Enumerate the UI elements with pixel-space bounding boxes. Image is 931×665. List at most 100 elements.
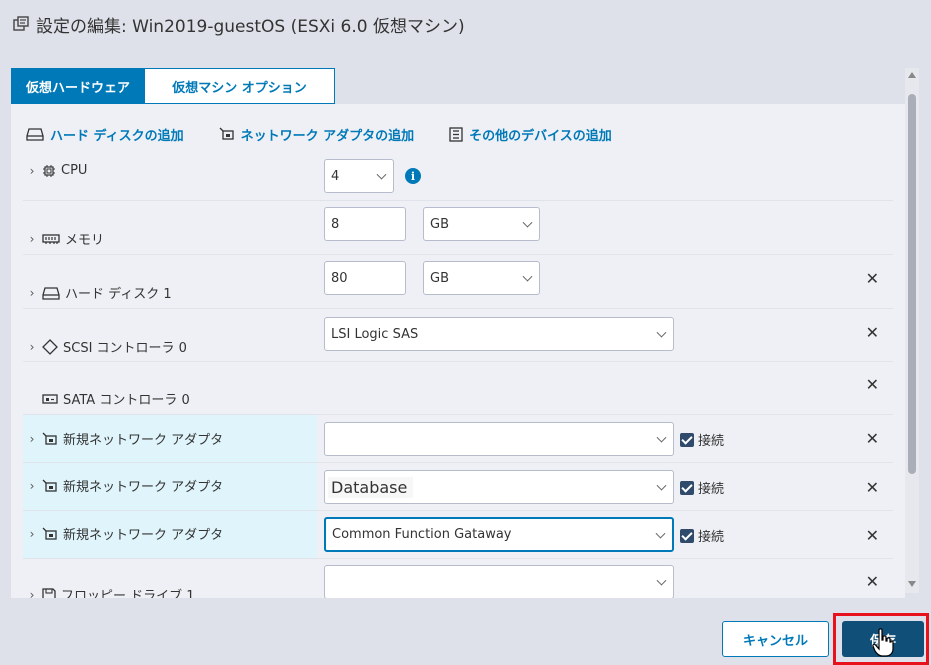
memory-icon <box>42 233 60 245</box>
memory-expander[interactable]: › メモリ <box>27 229 105 249</box>
network-adapter-icon <box>219 127 235 141</box>
add-network-adapter-label: ネットワーク アダプタの追加 <box>240 128 415 144</box>
network-3-connect-label: 接続 <box>698 530 725 545</box>
add-hard-disk-label: ハード ディスクの追加 <box>50 128 184 144</box>
cpu-count-value: 4 <box>331 168 340 184</box>
dialog-title: 設定の編集: Win2019-guestOS (ESXi 6.0 仮想マシン) <box>36 16 465 37</box>
dialog-title-bar: 設定の編集: Win2019-guestOS (ESXi 6.0 仮想マシン) <box>12 10 465 38</box>
cpu-icon <box>42 164 56 178</box>
chevron-right-icon: › <box>29 339 35 354</box>
remove-network-2-icon[interactable]: ✕ <box>866 478 879 497</box>
disk-size-input[interactable]: 80 <box>324 261 406 295</box>
chevron-down-icon <box>655 528 666 539</box>
sata-label: SATA コントローラ 0 <box>63 393 190 408</box>
chevron-right-icon: › <box>29 431 35 446</box>
network-adapter-2-label: 新規ネットワーク アダプタ <box>63 480 224 495</box>
device-list: › CPU 4 i › メモリ 8 GB › ハード ディスク 1 80 GB … <box>23 152 893 604</box>
scsi-type-select[interactable]: LSI Logic SAS <box>324 317 674 351</box>
scsi-controller-icon <box>42 338 58 355</box>
remove-floppy-icon[interactable]: ✕ <box>866 572 879 591</box>
chevron-down-icon <box>656 432 667 443</box>
chevron-down-icon <box>376 169 387 180</box>
scroll-thumb[interactable] <box>908 94 916 474</box>
add-hard-disk-button[interactable]: ハード ディスクの追加 <box>26 125 184 144</box>
add-other-device-label: その他のデバイスの追加 <box>469 128 612 144</box>
floppy-select[interactable] <box>324 565 674 599</box>
sata-row-label: SATA コントローラ 0 <box>42 389 190 408</box>
device-row-hard-disk: › ハード ディスク 1 80 GB ✕ <box>23 255 893 309</box>
disk-icon <box>42 286 60 300</box>
cpu-count-select[interactable]: 4 <box>324 159 394 193</box>
network-2-connect-label: 接続 <box>698 482 725 497</box>
network-3-select[interactable]: Common Function Gataway <box>324 517 674 552</box>
network-adapter-icon <box>42 527 58 541</box>
chevron-down-icon <box>656 327 667 338</box>
network-adapter-2-expander[interactable]: › 新規ネットワーク アダプタ <box>27 476 224 496</box>
scroll-down-icon[interactable] <box>908 581 916 587</box>
chevron-down-icon <box>522 271 533 282</box>
memory-label: メモリ <box>65 233 105 248</box>
chevron-right-icon: › <box>29 231 35 246</box>
chevron-right-icon: › <box>29 285 35 300</box>
network-adapter-1-label: 新規ネットワーク アダプタ <box>63 433 224 448</box>
network-adapter-3-expander[interactable]: › 新規ネットワーク アダプタ <box>27 524 224 544</box>
network-adapter-1-expander[interactable]: › 新規ネットワーク アダプタ <box>27 429 224 449</box>
remove-scsi-icon[interactable]: ✕ <box>866 323 879 342</box>
memory-unit-value: GB <box>430 216 449 232</box>
device-row-memory: › メモリ 8 GB <box>23 201 893 255</box>
tab-virtual-hardware[interactable]: 仮想ハードウェア <box>11 68 146 104</box>
network-3-connect-checkbox[interactable]: 接続 <box>680 526 724 545</box>
disk-icon <box>26 127 44 141</box>
chevron-right-icon: › <box>29 526 35 541</box>
network-2-select[interactable]: Database <box>324 470 674 504</box>
memory-size-value: 8 <box>331 216 340 232</box>
device-row-scsi: › SCSI コントローラ 0 LSI Logic SAS ✕ <box>23 309 893 362</box>
device-row-floppy: › フロッピー ドライブ 1 ✕ <box>23 559 893 604</box>
tab-vm-options[interactable]: 仮想マシン オプション <box>145 68 336 104</box>
vertical-scrollbar[interactable] <box>905 68 919 593</box>
cancel-button[interactable]: キャンセル <box>722 621 829 657</box>
edit-settings-icon <box>12 15 30 33</box>
disk-size-value: 80 <box>331 270 348 286</box>
network-2-connect-checkbox[interactable]: 接続 <box>680 478 724 497</box>
memory-size-input[interactable]: 8 <box>324 207 406 241</box>
device-row-sata: SATA コントローラ 0 ✕ <box>23 362 893 415</box>
device-row-network-adapter-1: › 新規ネットワーク アダプタ 接続 ✕ <box>23 415 893 463</box>
device-row-network-adapter-3: › 新規ネットワーク アダプタ Common Function Gataway … <box>23 511 893 559</box>
device-row-cpu: › CPU 4 i <box>23 152 893 201</box>
sata-controller-icon <box>42 393 58 405</box>
network-adapter-icon <box>42 432 58 446</box>
cpu-label: CPU <box>61 163 88 178</box>
cpu-expander[interactable]: › CPU <box>27 163 88 178</box>
remove-network-1-icon[interactable]: ✕ <box>866 429 879 448</box>
network-1-connect-checkbox[interactable]: 接続 <box>680 430 724 449</box>
network-1-connect-label: 接続 <box>698 434 725 449</box>
info-icon[interactable]: i <box>405 168 421 184</box>
checkbox-checked-icon <box>680 432 694 447</box>
hand-cursor-icon <box>872 628 894 662</box>
scsi-type-value: LSI Logic SAS <box>331 326 419 342</box>
hard-disk-expander[interactable]: › ハード ディスク 1 <box>27 283 172 303</box>
disk-unit-value: GB <box>430 270 449 286</box>
scroll-up-icon[interactable] <box>908 72 916 78</box>
remove-sata-icon[interactable]: ✕ <box>866 375 879 394</box>
memory-unit-select[interactable]: GB <box>423 207 540 241</box>
add-other-device-button[interactable]: その他のデバイスの追加 <box>449 125 612 144</box>
device-icon <box>449 126 463 142</box>
checkbox-checked-icon <box>680 480 694 495</box>
network-3-value: Common Function Gataway <box>332 527 512 542</box>
disk-unit-select[interactable]: GB <box>423 261 540 295</box>
device-row-network-adapter-2: › 新規ネットワーク アダプタ Database 接続 ✕ <box>23 463 893 511</box>
scsi-label: SCSI コントローラ 0 <box>63 341 187 356</box>
network-adapter-3-label: 新規ネットワーク アダプタ <box>63 528 224 543</box>
remove-hard-disk-icon[interactable]: ✕ <box>866 269 879 288</box>
add-network-adapter-button[interactable]: ネットワーク アダプタの追加 <box>219 125 415 144</box>
remove-network-3-icon[interactable]: ✕ <box>866 526 879 545</box>
checkbox-checked-icon <box>680 528 694 543</box>
network-2-value: Database <box>328 476 414 498</box>
chevron-down-icon <box>656 480 667 491</box>
tab-bar: 仮想ハードウェア 仮想マシン オプション <box>11 68 336 104</box>
scsi-expander[interactable]: › SCSI コントローラ 0 <box>27 337 187 356</box>
network-1-select[interactable] <box>324 422 674 456</box>
network-adapter-icon <box>42 479 58 493</box>
